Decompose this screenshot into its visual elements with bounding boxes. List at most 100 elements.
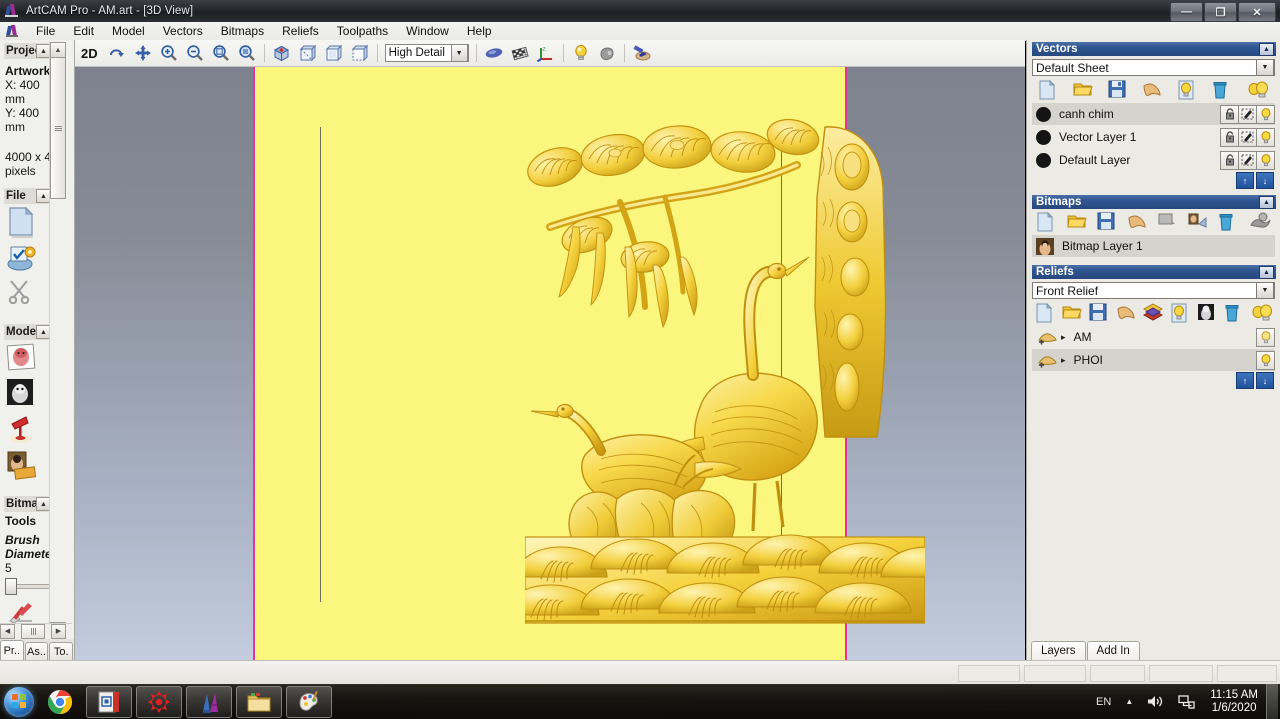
- minimize-button[interactable]: —: [1170, 2, 1203, 22]
- vector-layer-row-default-layer[interactable]: Default Layer: [1032, 149, 1275, 171]
- speaker-icon[interactable]: [1147, 694, 1164, 709]
- new-bitmap-layer-icon[interactable]: [1036, 211, 1058, 232]
- rotate-view-icon[interactable]: [105, 41, 129, 65]
- edit-vector-icon[interactable]: [1238, 150, 1257, 170]
- menu-window[interactable]: Window: [397, 22, 458, 40]
- lock-icon[interactable]: [1220, 127, 1239, 147]
- sidebar-horizontal-scrollbar[interactable]: ◀ ▶: [0, 623, 72, 639]
- top-view-icon[interactable]: [348, 41, 372, 65]
- save-vector-icon[interactable]: [1108, 80, 1130, 100]
- detail-level-select[interactable]: High Detail ▼: [384, 44, 469, 62]
- vector-sheet-select[interactable]: Default Sheet ▼: [1032, 59, 1275, 76]
- slider-handle[interactable]: [5, 578, 17, 595]
- save-relief-icon[interactable]: [1089, 303, 1111, 323]
- artcam-taskbar-icon[interactable]: [136, 685, 182, 718]
- zoom-out-icon[interactable]: [183, 41, 207, 65]
- stack-relief-icon[interactable]: [1142, 303, 1165, 323]
- expand-arrow-icon[interactable]: ▸: [1058, 355, 1066, 366]
- expand-arrow-icon[interactable]: ▸: [1058, 332, 1066, 343]
- chevron-up-icon[interactable]: ▲: [1259, 265, 1274, 279]
- merge-relief-icon[interactable]: [1116, 303, 1138, 323]
- taskbar-clock[interactable]: 11:15 AM 1/6/2020: [1210, 689, 1258, 715]
- scroll-up-button[interactable]: ▲: [50, 42, 66, 58]
- light-icon[interactable]: [569, 41, 593, 65]
- texture-image-icon[interactable]: [6, 450, 46, 484]
- chevron-up-icon[interactable]: ▲: [1259, 42, 1274, 56]
- reliefs-panel-header[interactable]: Reliefs ▲: [1032, 265, 1276, 279]
- zoom-to-fit-icon[interactable]: [209, 41, 233, 65]
- menu-help[interactable]: Help: [458, 22, 501, 40]
- app-menu-icon[interactable]: [5, 24, 21, 38]
- wireframe-icon[interactable]: [508, 41, 532, 65]
- network-icon[interactable]: [1178, 694, 1195, 709]
- show-all-reliefs-icon[interactable]: [1251, 303, 1273, 323]
- move-relief-up-button[interactable]: ↑: [1236, 372, 1254, 389]
- new-relief-layer-icon[interactable]: [1035, 302, 1057, 323]
- side-view-icon[interactable]: [322, 41, 346, 65]
- windows-explorer-icon[interactable]: [236, 685, 282, 718]
- new-vector-layer-icon[interactable]: [1038, 79, 1060, 100]
- relief-to-bitmap-icon[interactable]: [1197, 303, 1219, 323]
- move-layer-up-button[interactable]: ↑: [1236, 172, 1254, 189]
- tab-project[interactable]: Pr..: [0, 640, 24, 660]
- lock-icon[interactable]: [1220, 104, 1239, 124]
- visibility-bulb-icon[interactable]: [1256, 104, 1275, 124]
- delete-layer-icon[interactable]: [1212, 80, 1234, 100]
- visibility-bulb-icon[interactable]: [1256, 127, 1275, 147]
- menu-toolpaths[interactable]: Toolpaths: [328, 22, 397, 40]
- tab-toolpaths[interactable]: To.: [49, 642, 74, 660]
- paint-relief-icon[interactable]: [630, 41, 654, 65]
- light-setup-icon[interactable]: [6, 414, 46, 448]
- new-model-icon[interactable]: [6, 206, 46, 240]
- foxit-reader-icon[interactable]: [86, 685, 132, 718]
- front-view-icon[interactable]: [296, 41, 320, 65]
- visibility-bulb-icon[interactable]: [1256, 327, 1275, 347]
- scroll-left-button[interactable]: ◀: [0, 623, 15, 639]
- shading-icon[interactable]: [482, 41, 506, 65]
- chevron-down-icon[interactable]: ▼: [450, 44, 468, 62]
- copy-bitmap-icon[interactable]: [1158, 212, 1180, 232]
- restore-button[interactable]: ❐: [1204, 2, 1237, 22]
- grayscale-model-icon[interactable]: [6, 378, 46, 412]
- zoom-in-icon[interactable]: [157, 41, 181, 65]
- relief-layer-row-phoi[interactable]: ▸ PHOI: [1032, 349, 1275, 371]
- menu-bitmaps[interactable]: Bitmaps: [212, 22, 273, 40]
- chevron-up-icon[interactable]: ▲: [1259, 195, 1274, 209]
- show-hidden-icons-button[interactable]: ▲: [1125, 697, 1133, 706]
- sidebar-vertical-scrollbar[interactable]: ▲ ▼: [49, 42, 66, 638]
- google-chrome-icon[interactable]: [38, 687, 82, 717]
- edit-vector-icon[interactable]: [1238, 104, 1257, 124]
- menu-edit[interactable]: Edit: [64, 22, 103, 40]
- visibility-bulb-icon[interactable]: [1256, 150, 1275, 170]
- vector-layer-row-canh-chim[interactable]: canh chim: [1032, 103, 1275, 125]
- artcam-window-icon[interactable]: [186, 685, 232, 718]
- axis-icon[interactable]: Z: [534, 41, 558, 65]
- menu-vectors[interactable]: Vectors: [154, 22, 212, 40]
- zoom-selected-icon[interactable]: [235, 41, 259, 65]
- language-indicator[interactable]: EN: [1096, 696, 1111, 708]
- menu-reliefs[interactable]: Reliefs: [273, 22, 328, 40]
- show-all-bitmaps-icon[interactable]: [1249, 212, 1271, 232]
- 3d-view-canvas[interactable]: [75, 67, 1025, 660]
- open-project-icon[interactable]: [6, 242, 46, 276]
- open-bitmap-icon[interactable]: [1066, 212, 1089, 232]
- merge-vector-icon[interactable]: [1142, 80, 1164, 100]
- show-relief-icon[interactable]: [1170, 303, 1192, 323]
- move-layer-down-button[interactable]: ↓: [1256, 172, 1274, 189]
- create-model-icon[interactable]: [6, 342, 54, 376]
- paint-icon[interactable]: [286, 685, 332, 718]
- tab-add-in[interactable]: Add In: [1086, 641, 1140, 660]
- open-relief-icon[interactable]: [1061, 303, 1084, 323]
- chevron-down-icon[interactable]: ▼: [1256, 282, 1274, 299]
- show-desktop-button[interactable]: [1266, 684, 1278, 719]
- close-button[interactable]: ✕: [1238, 2, 1276, 22]
- merge-bitmap-icon[interactable]: [1127, 212, 1149, 232]
- start-button[interactable]: [4, 686, 34, 717]
- section-file[interactable]: File ▲: [4, 188, 53, 204]
- tab-assistant[interactable]: As..: [24, 642, 49, 660]
- brush-diameter-slider[interactable]: [5, 577, 53, 595]
- show-layer-icon[interactable]: [1177, 80, 1199, 100]
- hscroll-thumb[interactable]: [21, 623, 45, 639]
- save-bitmap-icon[interactable]: [1097, 212, 1119, 232]
- open-vector-icon[interactable]: [1073, 80, 1095, 100]
